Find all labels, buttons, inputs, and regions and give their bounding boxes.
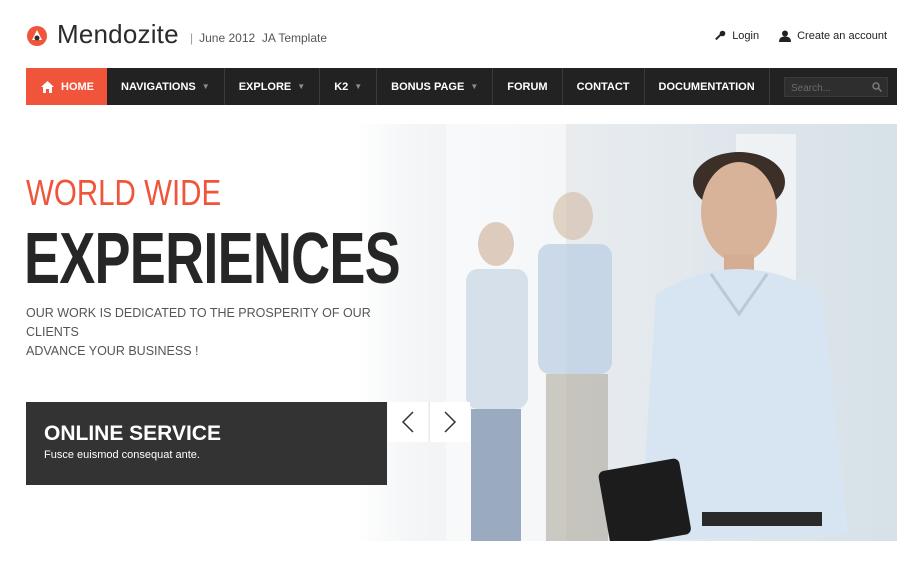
key-icon <box>715 30 726 41</box>
search-box <box>784 77 888 98</box>
nav-item-documentation[interactable]: DOCUMENTATION <box>645 68 770 105</box>
site-header: Mendozite | June 2012 JA Template Login C… <box>0 0 920 68</box>
tagline-date: June 2012 <box>199 31 256 45</box>
nav-label-navigations: NAVIGATIONS <box>121 80 196 93</box>
chevron-down-icon: ▼ <box>201 82 210 91</box>
chevron-right-icon <box>444 411 457 433</box>
hero-photo <box>356 124 897 541</box>
nav-label-home: HOME <box>61 80 94 93</box>
brand-name[interactable]: Mendozite <box>57 19 179 50</box>
slide-next-button[interactable] <box>429 402 470 442</box>
user-icon <box>779 30 792 42</box>
create-account-label: Create an account <box>797 30 887 42</box>
nav-label-k2: K2 <box>334 80 349 93</box>
nav-item-contact[interactable]: CONTACT <box>563 68 645 105</box>
nav-item-k2[interactable]: K2 ▼ <box>320 68 378 105</box>
nav-label-documentation: DOCUMENTATION <box>658 80 755 93</box>
nav-item-forum[interactable]: FORUM <box>493 68 563 105</box>
main-navigation: HOME NAVIGATIONS ▼ EXPLORE ▼ K2 ▼ BONUS PAG… <box>26 68 897 105</box>
nav-label-explore: EXPLORE <box>238 80 292 93</box>
tagline-text: JA Template <box>261 31 328 45</box>
nav-item-navigations[interactable]: NAVIGATIONS ▼ <box>107 68 225 105</box>
account-links: Login Create an account <box>714 30 887 42</box>
slide-caption-box: ONLINE SERVICE Fusce euismod consequat a… <box>26 402 387 485</box>
hero-subtitle-line2: ADVANCE YOUR BUSINESS ! <box>26 344 199 358</box>
search-icon[interactable] <box>872 82 882 92</box>
slide-caption-title: ONLINE SERVICE <box>44 422 221 445</box>
home-icon <box>41 80 54 93</box>
nav-label-forum: FORUM <box>507 80 548 93</box>
tagline-separator: | <box>190 31 194 45</box>
nav-item-explore[interactable]: EXPLORE ▼ <box>225 68 321 105</box>
people-image <box>466 152 848 541</box>
hero-slideshow: WORLD WIDE EXPERIENCES OUR WORK IS DEDIC… <box>26 124 897 541</box>
nav-label-contact: CONTACT <box>576 80 630 93</box>
chevron-down-icon: ▼ <box>354 82 363 91</box>
search-input[interactable] <box>785 79 877 98</box>
hero-title-line1: WORLD WIDE <box>26 172 222 213</box>
hero-title-line2: EXPERIENCES <box>26 219 401 299</box>
slide-caption-text: Fusce euismod consequat ante. <box>44 449 200 461</box>
nav-label-bonus-page: BONUS PAGE <box>391 80 465 93</box>
login-label: Login <box>732 30 760 42</box>
brand-tagline: | June 2012 JA Template <box>190 31 327 45</box>
login-link[interactable]: Login <box>714 30 759 42</box>
chevron-down-icon: ▼ <box>297 82 306 91</box>
hero-subtitle-line1: OUR WORK IS DEDICATED TO THE PROSPERITY … <box>26 306 371 339</box>
nav-item-bonus-page[interactable]: BONUS PAGE ▼ <box>377 68 494 105</box>
create-account-link[interactable]: Create an account <box>779 30 887 42</box>
chevron-down-icon: ▼ <box>470 82 479 91</box>
slide-prev-button[interactable] <box>388 402 428 442</box>
brand-logo-icon[interactable] <box>26 25 48 47</box>
hero-subtitle: OUR WORK IS DEDICATED TO THE PROSPERITY … <box>26 304 386 361</box>
nav-item-home[interactable]: HOME <box>26 68 107 105</box>
chevron-left-icon <box>401 411 414 433</box>
